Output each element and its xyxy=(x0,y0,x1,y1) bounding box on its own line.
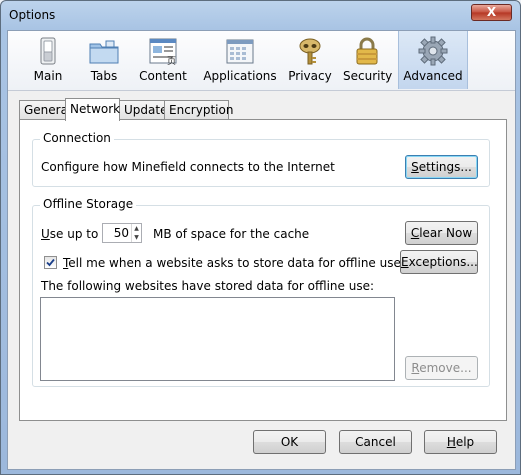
settings-label-rest: ettings... xyxy=(418,160,472,174)
content-page-icon: 页 xyxy=(149,38,177,67)
clear-now-rest: lear Now xyxy=(419,226,473,240)
clear-now-button[interactable]: Clear Now xyxy=(405,221,478,245)
pane-applications-label: Applications xyxy=(203,69,277,83)
pane-content-label: Content xyxy=(139,69,187,83)
offline-storage-caption: Offline Storage xyxy=(40,197,137,211)
pane-toolbar: Main Tabs 页 Content Applications Privacy… xyxy=(8,31,515,91)
tell-me-label[interactable]: Tell me when a website asks to store dat… xyxy=(63,256,401,270)
pane-privacy[interactable]: Privacy xyxy=(287,31,333,89)
pane-privacy-label: Privacy xyxy=(288,69,332,83)
pane-security-label: Security xyxy=(343,69,393,83)
tell-me-checkbox[interactable] xyxy=(44,256,57,269)
use-up-to-accel: U xyxy=(41,227,50,241)
folder-tabs-icon xyxy=(89,40,119,64)
cache-size-spinner[interactable]: 50 ▲ ▼ xyxy=(102,223,142,243)
clear-now-accel: C xyxy=(410,226,420,240)
svg-text:页: 页 xyxy=(167,56,176,67)
gear-icon xyxy=(418,36,448,66)
cancel-button[interactable]: Cancel xyxy=(339,430,412,454)
privacy-key-mask-icon xyxy=(299,38,321,65)
tab-network[interactable]: Network xyxy=(65,98,120,121)
help-accel: H xyxy=(446,435,456,449)
pane-tabs[interactable]: Tabs xyxy=(84,31,124,89)
tab-encryption[interactable]: Encryption xyxy=(164,100,233,120)
pane-security[interactable]: Security xyxy=(343,31,393,89)
tab-general[interactable]: General xyxy=(19,100,71,120)
exceptions-accel: E xyxy=(401,255,409,269)
exceptions-rest: xceptions... xyxy=(408,255,478,269)
checkmark-icon xyxy=(46,258,55,267)
spinner-down-icon[interactable]: ▼ xyxy=(132,233,141,242)
switch-icon xyxy=(40,37,56,65)
window-title: Options xyxy=(9,8,56,22)
offline-sites-caption: The following websites have stored data … xyxy=(41,279,375,293)
use-up-to-rest: se up to xyxy=(49,227,99,241)
pane-tabs-label: Tabs xyxy=(90,69,118,83)
pane-advanced-label: Advanced xyxy=(403,69,463,83)
spinner-arrows[interactable]: ▲ ▼ xyxy=(131,224,141,242)
exceptions-button[interactable]: Exceptions... xyxy=(400,250,478,274)
connection-caption: Connection xyxy=(40,131,114,145)
pane-content[interactable]: 页 Content xyxy=(135,31,191,89)
close-button[interactable]: X xyxy=(471,4,512,21)
offline-sites-list[interactable] xyxy=(40,297,395,381)
remove-rest: emove... xyxy=(419,361,472,375)
connection-description: Configure how Minefield connects to the … xyxy=(41,160,335,174)
pane-advanced[interactable]: Advanced xyxy=(398,31,468,89)
remove-button[interactable]: Remove... xyxy=(405,356,478,380)
help-rest: elp xyxy=(455,435,475,449)
padlock-icon xyxy=(356,37,378,65)
applications-window-icon xyxy=(226,39,254,64)
tab-update[interactable]: Update xyxy=(119,100,167,120)
cache-unit-label: MB of space for the cache xyxy=(153,227,310,241)
title-bar[interactable]: Options X xyxy=(1,1,520,31)
spinner-up-icon[interactable]: ▲ xyxy=(132,224,141,233)
options-window: Options X Main Tabs 页 Content Applicatio… xyxy=(0,0,521,475)
pane-applications[interactable]: Applications xyxy=(200,31,280,89)
use-up-to-label: Use up to xyxy=(41,227,98,241)
tell-me-rest: ell me when a website asks to store data… xyxy=(68,256,401,270)
pane-main[interactable]: Main xyxy=(28,31,68,89)
cache-size-value[interactable]: 50 xyxy=(114,226,129,240)
settings-accel: S xyxy=(411,160,419,174)
settings-button[interactable]: Settings... xyxy=(405,155,478,179)
pane-main-label: Main xyxy=(33,69,63,83)
ok-button[interactable]: OK xyxy=(253,430,326,454)
help-button[interactable]: Help xyxy=(424,430,497,454)
